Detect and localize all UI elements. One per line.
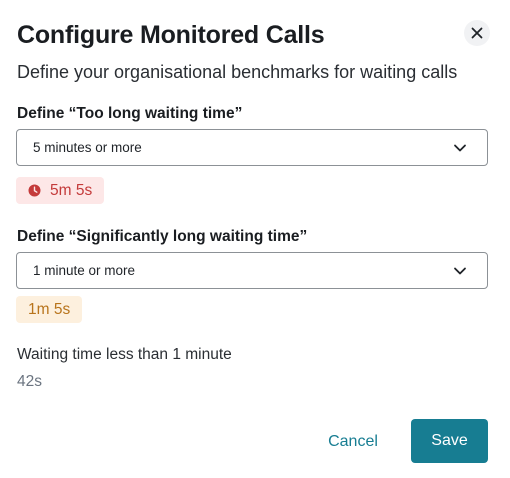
close-icon <box>471 27 483 39</box>
short-wait-value: 42s <box>17 373 42 390</box>
significantly-long-badge: 1m 5s <box>16 296 83 323</box>
significantly-long-label: Define “Significantly long waiting time” <box>17 228 308 245</box>
too-long-badge-value: 5m 5s <box>50 181 93 199</box>
dialog-title: Configure Monitored Calls <box>17 21 325 49</box>
significantly-long-badge-value: 1m 5s <box>28 300 71 318</box>
cancel-button[interactable]: Cancel <box>320 420 386 463</box>
short-wait-label: Waiting time less than 1 minute <box>17 346 232 363</box>
significantly-long-select-value: 1 minute or more <box>33 263 136 278</box>
too-long-select-value: 5 minutes or more <box>33 140 142 155</box>
chevron-down-icon <box>454 267 466 275</box>
save-button[interactable]: Save <box>411 419 488 463</box>
close-button[interactable] <box>464 20 490 46</box>
configure-monitored-calls-dialog: Configure Monitored Calls Define your or… <box>0 0 510 478</box>
clock-icon <box>28 184 41 197</box>
too-long-label: Define “Too long waiting time” <box>17 105 243 122</box>
too-long-select[interactable]: 5 minutes or more <box>16 129 488 166</box>
dialog-subtitle: Define your organisational benchmarks fo… <box>17 62 458 82</box>
too-long-badge: 5m 5s <box>16 177 105 204</box>
significantly-long-select[interactable]: 1 minute or more <box>16 252 488 289</box>
chevron-down-icon <box>454 144 466 152</box>
